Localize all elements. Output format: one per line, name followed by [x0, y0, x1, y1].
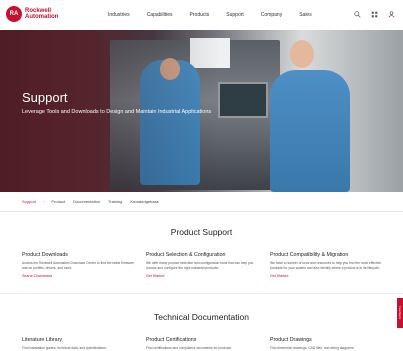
hero-person-right — [270, 70, 350, 192]
card-text: We offer many product selection and conf… — [146, 261, 254, 270]
card-text: Find dimension drawings, CAD files, and … — [270, 346, 355, 350]
main-nav: Industries Capabilities Products Support… — [108, 12, 329, 18]
product-selection-card: Product Selection & Configuration We off… — [146, 252, 264, 278]
product-support-title: Product Support — [170, 227, 233, 237]
literature-library-card: Literature Library Find installation gui… — [22, 337, 140, 351]
tab-training[interactable]: Training — [108, 199, 122, 204]
nav-company[interactable]: Company — [261, 12, 282, 18]
feedback-tab[interactable]: Feedback — [397, 298, 403, 328]
hero-subtitle: Leverage Tools and Downloads to Design a… — [22, 109, 212, 115]
breadcrumb: Support › Product Documentation Training… — [0, 192, 403, 212]
hero-banner: Support Leverage Tools and Downloads to … — [0, 30, 403, 192]
card-text: Find installation guides, technical data… — [22, 346, 107, 350]
card-text: Access the Rockwell Automation Download … — [22, 261, 135, 270]
nav-support[interactable]: Support — [226, 12, 244, 18]
card-text: Find certifications and compliance docum… — [146, 346, 232, 350]
card-heading: Product Drawings — [270, 337, 312, 343]
card-heading: Literature Library — [22, 337, 63, 343]
get-started-link[interactable]: Get Started — [146, 274, 264, 278]
product-certifications-card: Product Certifications Find certificatio… — [146, 337, 264, 351]
tab-knowledgebase[interactable]: Knowledgebase — [130, 199, 158, 204]
grid-icon[interactable] — [371, 11, 378, 18]
page-title: Support — [22, 90, 68, 105]
rockwell-logo[interactable]: RA Rockwell Automation — [6, 6, 58, 22]
nav-industries[interactable]: Industries — [108, 12, 130, 18]
card-text: We have a number of tools and resources … — [270, 261, 382, 270]
search-downloads-link[interactable]: Search Downloads — [22, 274, 140, 278]
product-downloads-card: Product Downloads Access the Rockwell Au… — [22, 252, 140, 278]
technical-documentation-title: Technical Documentation — [154, 312, 249, 322]
tab-support[interactable]: Support — [22, 199, 36, 204]
breadcrumb-separator: › — [44, 199, 46, 204]
nav-capabilities[interactable]: Capabilities — [147, 12, 173, 18]
nav-sales[interactable]: Sales — [299, 12, 312, 18]
nav-products[interactable]: Products — [190, 12, 210, 18]
section-divider — [0, 293, 403, 294]
tab-product[interactable]: Product — [51, 199, 65, 204]
tab-documentation[interactable]: Documentation — [73, 199, 100, 204]
product-drawings-card: Product Drawings Find dimension drawings… — [270, 337, 388, 351]
search-icon[interactable] — [354, 11, 361, 18]
card-heading: Product Compatibility & Migration — [270, 252, 349, 258]
card-heading: Product Selection & Configuration — [146, 252, 226, 258]
product-compatibility-card: Product Compatibility & Migration We hav… — [270, 252, 388, 278]
logo-line2: Automation — [25, 14, 59, 20]
card-heading: Product Certifications — [146, 337, 197, 343]
user-icon[interactable] — [388, 11, 395, 18]
logo-badge-icon: RA — [6, 6, 22, 22]
top-navigation: RA Rockwell Automation Industries Capabi… — [0, 0, 403, 30]
card-heading: Product Downloads — [22, 252, 68, 258]
get-started-link[interactable]: Get Started — [270, 274, 388, 278]
